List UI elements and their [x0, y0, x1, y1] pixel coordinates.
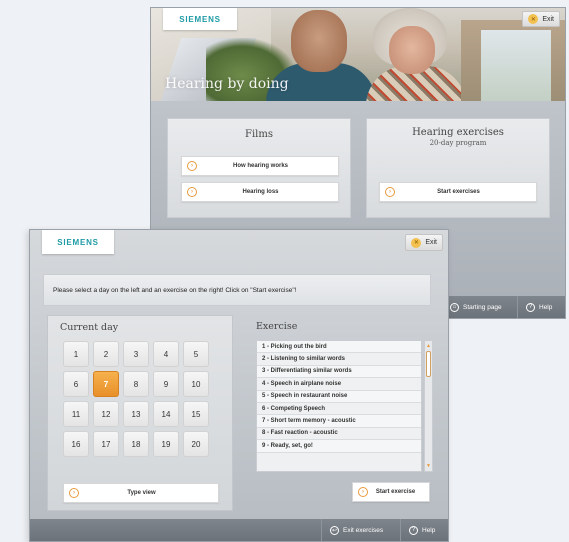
- logo-text: SIEMENS: [57, 237, 99, 247]
- films-title: Films: [245, 129, 273, 140]
- start-exercise-button[interactable]: › Start exercise: [352, 482, 430, 502]
- hearing-loss-button[interactable]: › Hearing loss: [181, 182, 339, 202]
- exercise-list-item[interactable]: 7 - Short term memory - acoustic: [257, 415, 421, 428]
- exercise-selection-window: SIEMENS ✕ Exit Please select a day on th…: [29, 229, 449, 542]
- day-button-20[interactable]: 20: [183, 431, 209, 457]
- help-label: Help: [422, 526, 436, 534]
- exit-label: Exit: [425, 239, 437, 246]
- exit-button[interactable]: ✕ Exit: [405, 234, 443, 251]
- help-icon: ?: [409, 525, 418, 535]
- starting-page-label: Starting page: [463, 303, 502, 311]
- day-button-18[interactable]: 18: [123, 431, 149, 457]
- play-icon: ›: [187, 187, 197, 197]
- exercise-list-item[interactable]: 1 - Picking out the bird: [257, 341, 421, 354]
- day-button-10[interactable]: 10: [183, 371, 209, 397]
- home-icon: ⌂: [450, 302, 459, 312]
- play-icon: ›: [358, 487, 368, 497]
- instruction-banner: Please select a day on the left and an e…: [43, 274, 431, 306]
- day-button-7[interactable]: 7: [93, 371, 119, 397]
- day-button-13[interactable]: 13: [123, 401, 149, 427]
- instruction-text: Please select a day on the left and an e…: [53, 286, 297, 294]
- how-hearing-works-button[interactable]: › How hearing works: [181, 156, 339, 176]
- exercise-scrollbar[interactable]: ▲ ▼: [424, 340, 433, 472]
- day-button-4[interactable]: 4: [153, 341, 179, 367]
- exit-icon: ↩: [330, 525, 339, 535]
- day-button-1[interactable]: 1: [63, 341, 89, 367]
- exit-button[interactable]: ✕ Exit: [522, 11, 560, 27]
- day-button-11[interactable]: 11: [63, 401, 89, 427]
- exit-exercises-label: Exit exercises: [343, 526, 384, 534]
- day-button-9[interactable]: 9: [153, 371, 179, 397]
- help-label: Help: [539, 303, 553, 311]
- logo-text: SIEMENS: [179, 14, 221, 24]
- day-button-3[interactable]: 3: [123, 341, 149, 367]
- hearing-exercises-panel: Hearing exercises 20-day program › Start…: [366, 118, 550, 218]
- exercise-list-item[interactable]: 2 - Listening to similar words: [257, 353, 421, 366]
- help-icon: ?: [526, 302, 535, 312]
- exercise-list[interactable]: 1 - Picking out the bird 2 - Listening to…: [256, 340, 422, 472]
- button-label: Start exercise: [375, 489, 416, 495]
- hearing-exercises-subtitle: 20-day program: [429, 139, 487, 147]
- exercise-list-item[interactable]: 6 - Competing Speech: [257, 403, 421, 416]
- scroll-up-icon[interactable]: ▲: [425, 342, 432, 350]
- day-button-12[interactable]: 12: [93, 401, 119, 427]
- day-button-2[interactable]: 2: [93, 341, 119, 367]
- day-button-16[interactable]: 16: [63, 431, 89, 457]
- day-button-15[interactable]: 15: [183, 401, 209, 427]
- exit-exercises-button[interactable]: ↩ Exit exercises: [321, 519, 391, 541]
- day-button-19[interactable]: 19: [153, 431, 179, 457]
- button-label: How hearing works: [232, 163, 288, 169]
- starting-page-button[interactable]: ⌂ Starting page: [441, 296, 510, 318]
- exit-icon: ✕: [411, 237, 422, 248]
- button-label: Type view: [127, 490, 156, 496]
- scroll-thumb[interactable]: [426, 351, 431, 377]
- hero-title: Hearing by doing: [165, 76, 289, 92]
- exit-icon: ✕: [528, 14, 539, 24]
- play-icon: ›: [385, 187, 395, 197]
- exercise-list-item[interactable]: 3 - Differentiating similar words: [257, 365, 421, 379]
- hearing-exercises-title: Hearing exercises: [412, 127, 504, 138]
- exercise-list-item[interactable]: 8 - Fast reaction - acoustic: [257, 428, 421, 441]
- day-button-14[interactable]: 14: [153, 401, 179, 427]
- button-label: Start exercises: [437, 189, 480, 195]
- play-icon: ›: [69, 488, 79, 498]
- day-grid: 1 2 3 4 5 6 7 8 9 10 11 12 13 14 15 16 17 18 19 20: [63, 341, 215, 457]
- exercise-list-item[interactable]: 4 - Speech in airplane noise: [257, 378, 421, 391]
- exercise-list-item[interactable]: 5 - Speech in restaurant noise: [257, 390, 421, 403]
- start-exercises-button[interactable]: › Start exercises: [379, 182, 537, 202]
- exercise-panel: Exercise 1 - Picking out the bird 2 - Lis…: [248, 315, 436, 511]
- exercise-list-item[interactable]: 9 - Ready, set, go!: [257, 440, 421, 453]
- type-view-button[interactable]: › Type view: [63, 483, 219, 503]
- films-panel: Films › How hearing works › Hearing loss: [167, 118, 351, 218]
- day-button-5[interactable]: 5: [183, 341, 209, 367]
- current-day-title: Current day: [60, 322, 119, 333]
- siemens-logo: SIEMENS: [42, 230, 114, 254]
- play-icon: ›: [187, 161, 197, 171]
- button-label: Hearing loss: [242, 189, 279, 195]
- siemens-logo: SIEMENS: [163, 8, 237, 30]
- scroll-down-icon[interactable]: ▼: [425, 462, 432, 470]
- current-day-panel: Current day 1 2 3 4 5 6 7 8 9 10 11 12 13 14 15 16 17 18 1…: [47, 315, 233, 511]
- help-button[interactable]: ? Help: [400, 519, 443, 541]
- day-button-17[interactable]: 17: [93, 431, 119, 457]
- exercise-title: Exercise: [256, 321, 298, 332]
- help-button[interactable]: ? Help: [517, 296, 560, 318]
- footer-bar: ↩ Exit exercises ? Help: [30, 519, 448, 541]
- day-button-8[interactable]: 8: [123, 371, 149, 397]
- exit-label: Exit: [542, 15, 554, 23]
- day-button-6[interactable]: 6: [63, 371, 89, 397]
